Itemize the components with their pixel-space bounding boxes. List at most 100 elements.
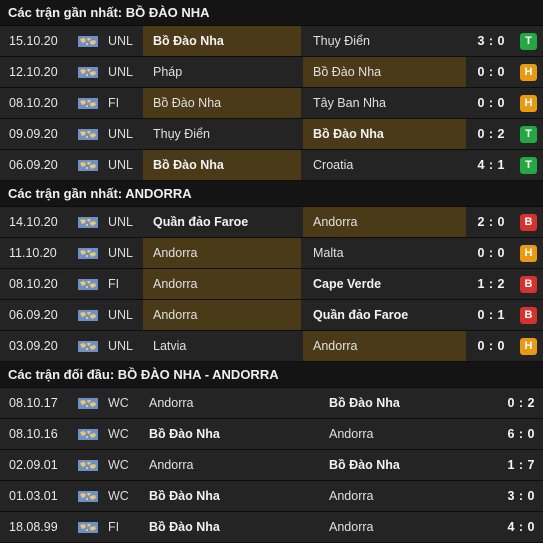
away-team[interactable]: Bồ Đào Nha: [319, 450, 495, 480]
competition-code: UNL: [108, 65, 134, 79]
world-map-flag-icon: [78, 248, 98, 259]
home-team[interactable]: Quần đảo Faroe: [143, 207, 301, 237]
result-badge: T: [520, 33, 537, 50]
world-map-flag-icon: [78, 160, 98, 171]
away-team[interactable]: Malta: [303, 238, 466, 268]
home-team[interactable]: Andorra: [143, 300, 301, 330]
away-team[interactable]: Andorra: [319, 481, 495, 511]
match-row[interactable]: 06.09.20 UNL Bồ Đào Nha Croatia 4 : 1 T: [0, 150, 543, 181]
competition-flag-icon: [78, 460, 98, 471]
away-team[interactable]: Croatia: [303, 150, 466, 180]
home-team[interactable]: Bồ Đào Nha: [143, 88, 301, 118]
section-header: Các trận gần nhất: BỒ ĐÀO NHA: [0, 0, 543, 26]
home-team[interactable]: Latvia: [143, 331, 301, 361]
home-team[interactable]: Andorra: [139, 450, 315, 480]
match-row[interactable]: 09.09.20 UNL Thụy Điển Bồ Đào Nha 0 : 2 T: [0, 119, 543, 150]
home-team[interactable]: Andorra: [143, 269, 301, 299]
competition-code: UNL: [108, 127, 134, 141]
away-team[interactable]: Bồ Đào Nha: [303, 119, 466, 149]
competition-flag-icon: [78, 491, 98, 502]
world-map-flag-icon: [78, 217, 98, 228]
match-date: 08.10.16: [9, 427, 58, 441]
match-row[interactable]: 06.09.20 UNL Andorra Quần đảo Faroe 0 : 1 B: [0, 300, 543, 331]
home-team[interactable]: Andorra: [143, 238, 301, 268]
match-row[interactable]: 11.10.20 UNL Andorra Malta 0 : 0 H: [0, 238, 543, 269]
away-team[interactable]: Andorra: [303, 331, 466, 361]
world-map-flag-icon: [78, 36, 98, 47]
match-score: 2 : 0: [477, 215, 505, 229]
result-badge: H: [520, 95, 537, 112]
match-date: 09.09.20: [9, 127, 58, 141]
match-score: 0 : 0: [477, 65, 505, 79]
home-team[interactable]: Pháp: [143, 57, 301, 87]
world-map-flag-icon: [78, 460, 98, 471]
away-team[interactable]: Cape Verde: [303, 269, 466, 299]
match-date: 01.03.01: [9, 489, 58, 503]
match-score: 3 : 0: [477, 34, 505, 48]
away-team[interactable]: Thụy Điển: [303, 26, 466, 56]
match-row[interactable]: 08.10.20 FI Bồ Đào Nha Tây Ban Nha 0 : 0 H: [0, 88, 543, 119]
world-map-flag-icon: [78, 341, 98, 352]
match-row[interactable]: 15.10.20 UNL Bồ Đào Nha Thụy Điển 3 : 0 T: [0, 26, 543, 57]
competition-flag-icon: [78, 429, 98, 440]
match-row[interactable]: 08.10.16 WC Bồ Đào Nha Andorra 6 : 0: [0, 419, 543, 450]
match-row[interactable]: 08.10.17 WC Andorra Bồ Đào Nha 0 : 2: [0, 388, 543, 419]
result-badge: B: [520, 307, 537, 324]
home-team[interactable]: Thụy Điển: [143, 119, 301, 149]
match-score: 0 : 0: [477, 246, 505, 260]
away-team[interactable]: Andorra: [303, 207, 466, 237]
match-date: 08.10.20: [9, 96, 58, 110]
competition-code: WC: [108, 396, 129, 410]
match-score: 0 : 2: [477, 127, 505, 141]
world-map-flag-icon: [78, 67, 98, 78]
world-map-flag-icon: [78, 522, 98, 533]
match-score: 0 : 1: [477, 308, 505, 322]
match-row[interactable]: 18.08.99 FI Bồ Đào Nha Andorra 4 : 0: [0, 512, 543, 543]
match-score: 6 : 0: [507, 427, 535, 441]
home-team[interactable]: Bồ Đào Nha: [143, 150, 301, 180]
competition-flag-icon: [78, 248, 98, 259]
competition-code: FI: [108, 520, 120, 534]
away-team[interactable]: Bồ Đào Nha: [319, 388, 495, 418]
world-map-flag-icon: [78, 279, 98, 290]
competition-code: UNL: [108, 158, 134, 172]
home-team[interactable]: Bồ Đào Nha: [139, 419, 315, 449]
match-date: 08.10.17: [9, 396, 58, 410]
home-team[interactable]: Bồ Đào Nha: [139, 481, 315, 511]
competition-code: WC: [108, 427, 129, 441]
match-date: 06.09.20: [9, 158, 58, 172]
result-badge: H: [520, 64, 537, 81]
section-header: Các trận đối đầu: BỒ ĐÀO NHA - ANDORRA: [0, 362, 543, 388]
match-row[interactable]: 08.10.20 FI Andorra Cape Verde 1 : 2 B: [0, 269, 543, 300]
match-date: 12.10.20: [9, 65, 58, 79]
away-team[interactable]: Quần đảo Faroe: [303, 300, 466, 330]
world-map-flag-icon: [78, 129, 98, 140]
home-team[interactable]: Bồ Đào Nha: [143, 26, 301, 56]
away-team[interactable]: Andorra: [319, 512, 495, 542]
competition-flag-icon: [78, 398, 98, 409]
match-score: 4 : 1: [477, 158, 505, 172]
match-row[interactable]: 01.03.01 WC Bồ Đào Nha Andorra 3 : 0: [0, 481, 543, 512]
competition-flag-icon: [78, 129, 98, 140]
competition-code: FI: [108, 96, 120, 110]
home-team[interactable]: Bồ Đào Nha: [139, 512, 315, 542]
away-team[interactable]: Tây Ban Nha: [303, 88, 466, 118]
away-team[interactable]: Andorra: [319, 419, 495, 449]
competition-code: FI: [108, 277, 120, 291]
match-score: 0 : 0: [477, 96, 505, 110]
match-row[interactable]: 03.09.20 UNL Latvia Andorra 0 : 0 H: [0, 331, 543, 362]
match-score: 4 : 0: [507, 520, 535, 534]
match-score: 3 : 0: [507, 489, 535, 503]
match-row[interactable]: 12.10.20 UNL Pháp Bồ Đào Nha 0 : 0 H: [0, 57, 543, 88]
home-team[interactable]: Andorra: [139, 388, 315, 418]
match-row[interactable]: 02.09.01 WC Andorra Bồ Đào Nha 1 : 7: [0, 450, 543, 481]
competition-code: UNL: [108, 308, 134, 322]
competition-flag-icon: [78, 160, 98, 171]
away-team[interactable]: Bồ Đào Nha: [303, 57, 466, 87]
match-date: 03.09.20: [9, 339, 58, 353]
match-score: 1 : 7: [507, 458, 535, 472]
world-map-flag-icon: [78, 398, 98, 409]
match-row[interactable]: 14.10.20 UNL Quần đảo Faroe Andorra 2 : 0 B: [0, 207, 543, 238]
result-badge: T: [520, 157, 537, 174]
world-map-flag-icon: [78, 429, 98, 440]
